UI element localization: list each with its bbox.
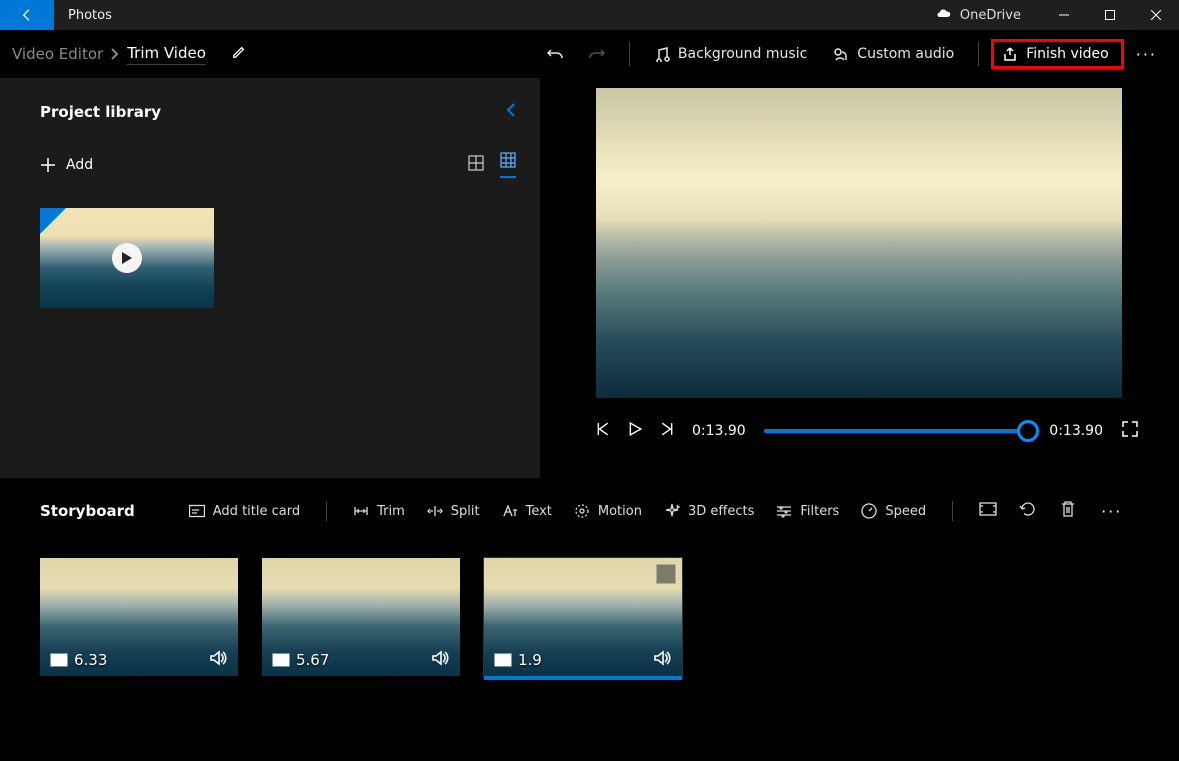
speed-icon [861,503,877,519]
3d-effects-button[interactable]: 3D effects [656,499,762,523]
volume-icon[interactable] [432,650,450,670]
play-overlay [112,243,142,273]
preview-player[interactable] [596,88,1122,398]
cloud-icon [936,7,952,23]
library-clip[interactable] [40,208,214,308]
custom-audio-label: Custom audio [857,46,954,62]
split-icon [427,503,443,519]
app-title: Photos [54,0,126,30]
music-icon [654,46,670,62]
play-button[interactable] [628,422,642,440]
view-large-button[interactable] [468,155,484,175]
storyboard-clip[interactable]: 5.67 [262,558,460,676]
breadcrumb: Video Editor Trim Video [12,44,246,65]
view-grid-button[interactable] [500,152,516,178]
main-toolbar: Video Editor Trim Video Background music… [0,30,1179,78]
seek-bar[interactable] [764,429,1032,433]
storyboard-panel: Storyboard Add title card Trim Split Tex… [0,478,1179,676]
storyboard-clip[interactable]: 1.9 [484,558,682,676]
text-icon [502,503,518,519]
collapse-library-button[interactable] [506,102,516,122]
minimize-button[interactable] [1041,0,1087,30]
current-time: 0:13.90 [692,423,746,439]
back-button[interactable] [0,0,54,30]
preview-frame [596,88,1122,398]
undo-button[interactable] [535,40,575,68]
selection-checkbox[interactable] [656,564,676,584]
delete-button[interactable] [1051,496,1085,526]
chevron-right-icon [111,48,119,60]
onedrive-label: OneDrive [960,8,1021,23]
clip-duration: 1.9 [518,651,542,669]
volume-icon[interactable] [654,650,672,670]
motion-icon [574,503,590,519]
rename-button[interactable] [214,45,246,63]
seek-knob[interactable] [1017,420,1039,442]
breadcrumb-root[interactable]: Video Editor [12,45,103,63]
used-marker-icon [40,208,66,234]
clip-strip: 6.33 5.67 [40,558,1139,676]
onedrive-status[interactable]: OneDrive [916,0,1041,30]
main-area: Project library Add [0,78,1179,478]
add-title-card-button[interactable]: Add title card [181,499,308,523]
add-media-button[interactable]: Add [40,157,93,173]
speed-button[interactable]: Speed [853,499,934,523]
prev-frame-button[interactable] [596,422,610,440]
titlebar: Photos OneDrive [0,0,1179,30]
maximize-button[interactable] [1087,0,1133,30]
filters-icon [776,503,792,519]
volume-icon[interactable] [210,650,228,670]
rotate-button[interactable] [1011,496,1045,526]
next-frame-button[interactable] [660,422,674,440]
video-icon [272,652,290,668]
fullscreen-button[interactable] [1121,420,1139,442]
project-library-panel: Project library Add [0,78,540,478]
more-options-button[interactable]: ··· [1126,45,1171,64]
motion-button[interactable]: Motion [566,499,650,523]
breadcrumb-current[interactable]: Trim Video [127,44,206,65]
storyboard-title: Storyboard [40,502,135,520]
total-time: 0:13.90 [1049,423,1103,439]
storyboard-more-button[interactable]: ··· [1091,502,1136,521]
preview-panel: 0:13.90 0:13.90 [540,78,1179,478]
close-button[interactable] [1133,0,1179,30]
finish-video-button[interactable]: Finish video [991,39,1124,69]
storyboard-toolbar: Storyboard Add title card Trim Split Tex… [40,496,1139,526]
finish-video-label: Finish video [1026,46,1109,62]
video-icon [50,652,68,668]
plus-icon [40,157,56,173]
export-icon [1002,46,1018,62]
add-label: Add [66,157,93,173]
bg-music-label: Background music [678,46,807,62]
background-music-button[interactable]: Background music [642,40,819,68]
library-title: Project library [40,103,161,121]
redo-button[interactable] [577,40,617,68]
trim-button[interactable]: Trim [345,499,413,523]
clip-duration: 5.67 [296,651,329,669]
custom-audio-button[interactable]: Custom audio [821,40,966,68]
title-card-icon [189,503,205,519]
clip-duration: 6.33 [74,651,107,669]
filters-button[interactable]: Filters [768,499,847,523]
storyboard-clip[interactable]: 6.33 [40,558,238,676]
text-button[interactable]: Text [494,499,560,523]
trim-icon [353,503,369,519]
audio-icon [833,46,849,62]
resize-button[interactable] [971,496,1005,526]
video-icon [494,652,512,668]
sparkle-icon [664,503,680,519]
split-button[interactable]: Split [419,499,488,523]
